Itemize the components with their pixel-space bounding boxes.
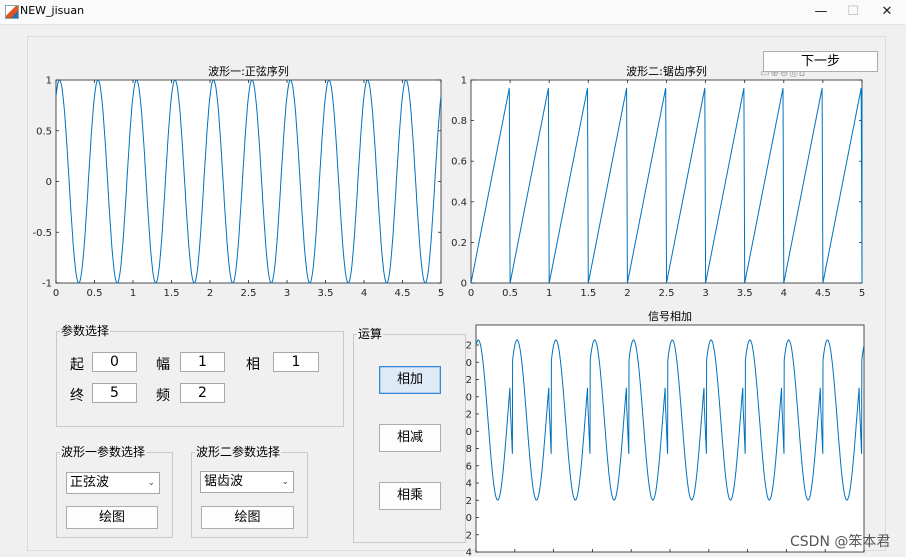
x-tick-label: 3 — [702, 288, 708, 299]
x-tick-label: 5 — [859, 288, 865, 299]
x-tick-label: 3 — [284, 288, 290, 299]
waveform-two-panel-title: 波形二参数选择 — [195, 445, 282, 459]
plot-area — [475, 324, 865, 553]
y-tick-label: 4 — [466, 548, 472, 557]
y-tick-label: 0 — [466, 358, 472, 369]
x-tick-label: 2 — [207, 288, 213, 299]
add-button[interactable]: 相加 — [379, 366, 441, 394]
params-panel: 参数选择 — [56, 324, 344, 427]
plot-area — [55, 79, 442, 284]
y-tick-label: 0.4 — [451, 197, 467, 208]
y-tick-label: 0 — [46, 177, 52, 188]
start-field[interactable]: 0 — [92, 352, 137, 372]
y-tick-label: 2 — [466, 530, 472, 541]
y-tick-label: 0 — [466, 427, 472, 438]
axes-signal-sum[interactable]: 信号相加 2 0 2 0 2 0 8 6 4 2 0 2 4 — [466, 310, 865, 557]
waveform-one-select[interactable]: 正弦波 ⌄ — [66, 472, 160, 494]
x-tick-label: 0 — [53, 288, 59, 299]
subtract-button[interactable]: 相减 — [379, 424, 441, 452]
chart-title: 信号相加 — [648, 310, 692, 323]
y-tick-label: 2 — [466, 410, 472, 421]
x-tick-label: 4.5 — [815, 288, 831, 299]
watermark-text: CSDN @笨本君 — [790, 534, 891, 550]
x-tick-label: 1 — [546, 288, 552, 299]
waveform-one-panel-title: 波形一参数选择 — [60, 445, 147, 459]
waveform-one-selected: 正弦波 — [70, 475, 110, 490]
y-tick-label: 2 — [466, 341, 472, 352]
chevron-down-icon: ⌄ — [281, 477, 289, 487]
x-tick-label: 2.5 — [241, 288, 257, 299]
chart-title: 波形二:锯齿序列 — [626, 64, 707, 78]
y-tick-label: 0 — [466, 392, 472, 403]
end-field[interactable]: 5 — [92, 383, 137, 403]
y-tick-label: 0.2 — [451, 238, 467, 249]
end-label: 终 — [70, 388, 84, 404]
y-tick-label: 2 — [466, 375, 472, 386]
y-tick-label: 0.5 — [36, 126, 52, 137]
y-tick-label: 0.8 — [451, 116, 467, 127]
x-tick-label: 1.5 — [164, 288, 180, 299]
start-label: 起 — [70, 357, 84, 373]
x-tick-label: 2.5 — [659, 288, 675, 299]
amplitude-label: 幅 — [156, 357, 170, 373]
phase-field[interactable]: 1 — [273, 352, 319, 372]
y-tick-label: 0 — [461, 279, 467, 290]
phase-label: 相 — [246, 357, 260, 373]
x-tick-label: 2 — [624, 288, 630, 299]
x-tick-label: 0.5 — [502, 288, 518, 299]
frequency-field[interactable]: 2 — [180, 383, 225, 403]
x-tick-label: 4 — [781, 288, 787, 299]
x-tick-label: 4 — [361, 288, 367, 299]
axes-waveform-one[interactable]: 波形一:正弦序列 0 0.5 1 1.5 2 2.5 3 3.5 4 4.5 5 1 0.5 0 -0.5 -1 — [32, 64, 444, 299]
y-tick-label: 0.6 — [451, 157, 467, 168]
axes-waveform-two[interactable]: 波形二:锯齿序列 0 0.5 1 1.5 2 2.5 3 3.5 4 4.5 5 1 0.8 0.6 0.4 0… — [451, 64, 865, 299]
x-tick-label: 0 — [468, 288, 474, 299]
y-tick-label: 0 — [466, 513, 472, 524]
next-step-button[interactable]: 下一步 — [763, 51, 878, 72]
y-tick-label: 1 — [461, 76, 467, 87]
x-tick-label: 4.5 — [395, 288, 411, 299]
x-tick-label: 3.5 — [737, 288, 753, 299]
multiply-button[interactable]: 相乘 — [379, 482, 441, 510]
x-tick-label: 1 — [130, 288, 136, 299]
y-tick-label: 6 — [466, 461, 472, 472]
x-tick-label: 0.5 — [87, 288, 103, 299]
y-tick-label: -1 — [42, 279, 52, 290]
y-tick-label: 8 — [466, 444, 472, 455]
y-tick-label: 2 — [466, 496, 472, 507]
waveform-one-plot-button[interactable]: 绘图 — [66, 506, 158, 529]
operations-panel-title: 运算 — [357, 327, 384, 341]
waveform-two-select[interactable]: 锯齿波 ⌄ — [200, 471, 294, 493]
x-tick-label: 3.5 — [318, 288, 334, 299]
y-tick-label: 1 — [46, 76, 52, 87]
waveform-two-plot-button[interactable]: 绘图 — [201, 506, 294, 529]
chart-title: 波形一:正弦序列 — [208, 64, 289, 78]
waveform-two-selected: 锯齿波 — [204, 474, 244, 489]
frequency-label: 频 — [156, 388, 170, 404]
amplitude-field[interactable]: 1 — [180, 352, 225, 372]
params-panel-title: 参数选择 — [60, 324, 111, 338]
y-tick-label: -0.5 — [32, 228, 52, 239]
x-tick-label: 1.5 — [580, 288, 596, 299]
x-tick-label: 5 — [438, 288, 444, 299]
chevron-down-icon: ⌄ — [147, 478, 155, 488]
y-tick-label: 4 — [466, 479, 472, 490]
